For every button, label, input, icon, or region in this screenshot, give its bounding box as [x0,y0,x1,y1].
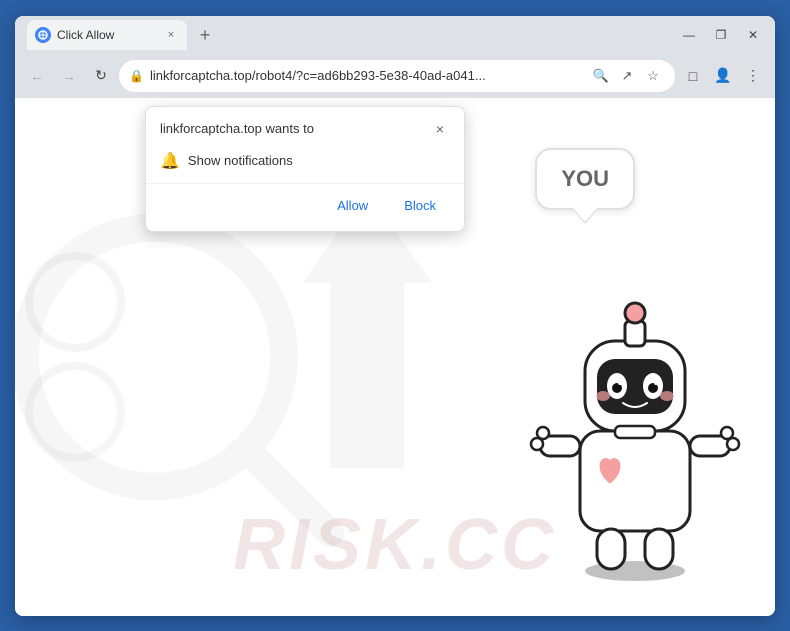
tab-favicon [35,27,51,43]
forward-button[interactable]: → [55,62,83,90]
bookmark-button[interactable]: ☆ [641,64,665,88]
menu-button[interactable]: ⋮ [739,62,767,90]
extensions-button[interactable]: □ [679,62,707,90]
share-button[interactable]: ↗ [615,64,639,88]
toolbar-actions: □ 👤 ⋮ [679,62,767,90]
notification-popup: linkforcaptcha.top wants to × 🔔 Show not… [145,106,465,232]
permission-text: Show notifications [188,153,293,168]
bubble-text: YOU [561,166,609,191]
tab-close-button[interactable]: × [163,27,179,43]
speech-bubble-area: YOU [535,148,635,210]
minimize-button[interactable]: — [675,21,703,49]
active-tab[interactable]: Click Allow × [27,20,187,50]
browser-window: Click Allow × + — ❐ ✕ ← → ↻ 🔒 linkforcap… [15,16,775,616]
popup-close-button[interactable]: × [430,119,450,139]
bell-icon: 🔔 [160,151,180,171]
popup-permission-row: 🔔 Show notifications [146,147,464,183]
profile-button[interactable]: 👤 [709,62,737,90]
url-bar[interactable]: 🔒 linkforcaptcha.top/robot4/?c=ad6bb293-… [119,60,675,92]
tab-title: Click Allow [57,28,157,42]
popup-title: linkforcaptcha.top wants to [160,121,314,136]
address-bar: ← → ↻ 🔒 linkforcaptcha.top/robot4/?c=ad6… [15,54,775,98]
allow-button[interactable]: Allow [323,192,382,219]
close-button[interactable]: ✕ [739,21,767,49]
wm-logo-circle-1 [25,252,125,352]
robot-illustration [525,261,745,586]
watermark-text: RISK.CC [233,504,557,586]
title-bar: Click Allow × + — ❐ ✕ [15,16,775,54]
watermark-logos [25,252,125,462]
wm-logo-circle-2 [25,362,125,462]
new-tab-button[interactable]: + [191,22,219,50]
tab-bar: Click Allow × + [23,20,675,50]
search-url-button[interactable]: 🔍 [589,64,613,88]
page-content: RISK.CC YOU [15,98,775,616]
popup-header: linkforcaptcha.top wants to × [146,107,464,147]
back-button[interactable]: ← [23,62,51,90]
refresh-button[interactable]: ↻ [87,62,115,90]
lock-icon: 🔒 [129,69,144,83]
block-button[interactable]: Block [390,192,450,219]
url-text: linkforcaptcha.top/robot4/?c=ad6bb293-5e… [150,68,583,83]
url-actions: 🔍 ↗ ☆ [589,64,665,88]
popup-actions: Allow Block [146,183,464,231]
maximize-button[interactable]: ❐ [707,21,735,49]
window-controls: — ❐ ✕ [675,21,767,49]
